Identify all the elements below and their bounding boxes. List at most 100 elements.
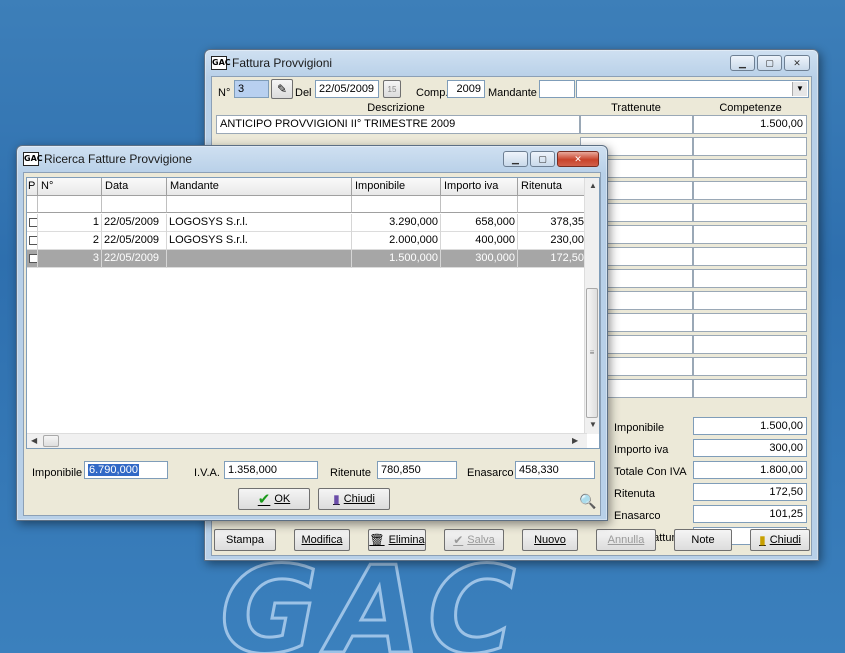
comp-year-input[interactable]: 2009	[447, 80, 485, 98]
minimize-icon[interactable]: ▁	[730, 55, 755, 71]
nuovo-button[interactable]: Nuovo	[522, 529, 578, 551]
scroll-right-icon[interactable]: ▶	[572, 436, 578, 445]
row-descrizione[interactable]: ANTICIPO PROVVIGIONI II° TRIMESTRE 2009	[216, 115, 580, 134]
row-data: 22/05/2009	[102, 214, 167, 232]
horizontal-scroll-thumb[interactable]	[43, 435, 59, 447]
row-trattenute[interactable]	[580, 115, 693, 134]
empty-competenze-cell[interactable]	[693, 247, 807, 266]
search-number-button[interactable]: ✎	[271, 79, 293, 99]
maximize-icon[interactable]: ▢	[530, 151, 555, 167]
calendar-icon[interactable]: 15	[383, 80, 401, 98]
list-filter-cell[interactable]	[167, 196, 352, 213]
list-column-header[interactable]: Ritenuta	[518, 178, 587, 196]
ricerca-title: Ricerca Fatture Provvigione	[44, 152, 193, 166]
row-checkbox[interactable]	[27, 250, 38, 268]
list-filter-cell[interactable]	[518, 196, 587, 213]
empty-competenze-cell[interactable]	[693, 357, 807, 376]
chiudi-ricerca-button[interactable]: ▮ Chiudi	[318, 488, 390, 510]
exit-door-icon: ▮	[759, 533, 766, 547]
list-column-header[interactable]: Mandante	[167, 178, 352, 196]
chevron-down-icon[interactable]: ▼	[792, 82, 807, 96]
checkbox-icon[interactable]	[29, 236, 37, 245]
footer-imponibile-label: Imponibile	[32, 467, 83, 479]
mandante-select[interactable]: ▼	[576, 80, 809, 98]
footer-iva-value[interactable]: 1.358,000	[224, 461, 318, 479]
ricerca-titlebar[interactable]: GAC Ricerca Fatture Provvigione ▁ ▢ ✕	[17, 146, 607, 172]
horizontal-scrollbar[interactable]: ◀ ▶	[27, 433, 587, 448]
total-value: 101,25	[693, 505, 807, 523]
scroll-down-icon[interactable]: ▼	[589, 420, 597, 429]
list-filter-cell[interactable]	[27, 196, 38, 213]
empty-competenze-cell[interactable]	[693, 225, 807, 244]
list-filter-cell[interactable]	[352, 196, 441, 213]
ricerca-window: GAC Ricerca Fatture Provvigione ▁ ▢ ✕ PN…	[16, 145, 608, 521]
row-checkbox[interactable]	[27, 232, 38, 250]
calendar-day: 15	[387, 84, 397, 94]
footer-enasarco-value[interactable]: 458,330	[515, 461, 595, 479]
mandante-code-input[interactable]	[539, 80, 575, 98]
elimina-button[interactable]: 🗑 Elimina	[368, 529, 426, 551]
ok-button[interactable]: ✔ OK	[238, 488, 310, 510]
footer-iva-label: I.V.A.	[194, 467, 220, 479]
salva-button[interactable]: ✔ Salva	[444, 529, 504, 551]
row-checkbox[interactable]	[27, 214, 38, 232]
vertical-scroll-thumb[interactable]: ≡	[586, 288, 598, 418]
checkbox-icon[interactable]	[29, 254, 37, 263]
fattura-title: Fattura Provvigioni	[232, 56, 333, 70]
footer-ritenute-value[interactable]: 780,850	[377, 461, 457, 479]
comp-label: Comp.	[416, 87, 449, 99]
empty-competenze-cell[interactable]	[693, 203, 807, 222]
close-icon[interactable]: ✕	[557, 151, 599, 167]
fatture-list[interactable]: P N° Data Mandante Imponibile Importo iva Rite…	[26, 177, 600, 449]
empty-competenze-cell[interactable]	[693, 159, 807, 178]
table-row[interactable]: 1 22/05/2009 LOGOSYS S.r.l. 3.290,000 658,00…	[27, 214, 587, 232]
chiudi-fattura-label: Chiudi	[769, 534, 801, 546]
footer-imponibile-value[interactable]: 6.790,000	[84, 461, 168, 479]
empty-competenze-cell[interactable]	[693, 335, 807, 354]
list-filter-cell[interactable]	[102, 196, 167, 213]
total-label: Enasarco	[614, 510, 661, 522]
minimize-icon[interactable]: ▁	[503, 151, 528, 167]
list-column-header[interactable]: Data	[102, 178, 167, 196]
empty-competenze-cell[interactable]	[693, 291, 807, 310]
empty-competenze-cell[interactable]	[693, 137, 807, 156]
empty-competenze-cell[interactable]	[693, 313, 807, 332]
row-data: 22/05/2009	[102, 250, 167, 268]
empty-competenze-cell[interactable]	[693, 379, 807, 398]
del-date-input[interactable]: 22/05/2009	[315, 80, 379, 98]
modifica-button[interactable]: Modifica	[294, 529, 350, 551]
scroll-left-icon[interactable]: ◀	[31, 436, 37, 445]
vertical-scrollbar[interactable]: ▲ ≡ ▼	[584, 178, 599, 434]
note-button[interactable]: Note	[674, 529, 732, 551]
empty-competenze-cell[interactable]	[693, 181, 807, 200]
row-data: 22/05/2009	[102, 232, 167, 250]
annulla-button[interactable]: Annulla	[596, 529, 656, 551]
list-filter-cell[interactable]	[38, 196, 102, 213]
chiudi-fattura-button[interactable]: ▮ Chiudi	[750, 529, 810, 551]
table-row[interactable]: 3 22/05/2009 1.500,000 300,000 172,50	[27, 250, 587, 268]
maximize-icon[interactable]: ▢	[757, 55, 782, 71]
row-imponibile: 1.500,000	[352, 250, 441, 268]
list-column-header[interactable]: P	[27, 178, 38, 196]
numero-input[interactable]: 3	[234, 80, 269, 98]
total-label: Totale Con IVA	[614, 466, 687, 478]
fattura-titlebar[interactable]: GAC Fattura Provvigioni ▁ ▢ ✕	[205, 50, 818, 76]
close-icon[interactable]: ✕	[784, 55, 810, 71]
list-column-header[interactable]: Imponibile	[352, 178, 441, 196]
chiudi-ricerca-label: Chiudi	[343, 493, 375, 505]
total-value: 300,00	[693, 439, 807, 457]
empty-competenze-cell[interactable]	[693, 269, 807, 288]
salva-label: Salva	[467, 534, 495, 546]
row-mandante: LOGOSYS S.r.l.	[167, 232, 352, 250]
list-column-header[interactable]: N°	[38, 178, 102, 196]
stampa-button[interactable]: Stampa	[214, 529, 276, 551]
table-row[interactable]: 2 22/05/2009 LOGOSYS S.r.l. 2.000,000 400,00…	[27, 232, 587, 250]
list-filter-cell[interactable]	[441, 196, 518, 213]
total-label: Imponibile	[614, 422, 665, 434]
nuovo-label: Nuovo	[534, 534, 566, 546]
row-competenze[interactable]: 1.500,00	[693, 115, 807, 134]
list-column-header[interactable]: Importo iva	[441, 178, 518, 196]
scroll-up-icon[interactable]: ▲	[589, 181, 597, 190]
binoculars-icon[interactable]: 🔍	[577, 491, 599, 511]
checkbox-icon[interactable]	[29, 218, 37, 227]
